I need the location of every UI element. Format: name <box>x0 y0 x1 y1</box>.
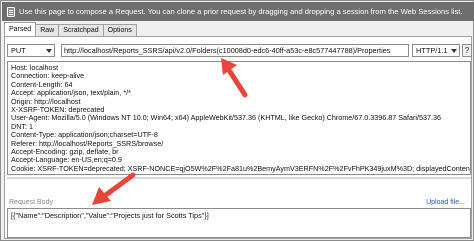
pane-splitter[interactable] <box>7 177 471 179</box>
chevron-down-icon <box>46 49 52 53</box>
tab-options[interactable]: Options <box>102 24 137 36</box>
http-version-select[interactable]: HTTP/1.1 <box>412 44 460 57</box>
http-version-value: HTTP/1.1 <box>416 46 448 55</box>
http-method-select[interactable]: PUT <box>7 44 55 57</box>
info-bar: Use this page to compose a Request. You … <box>2 2 474 21</box>
request-body-textarea[interactable]: [{"Name":"Description","Value":"Projects… <box>7 208 471 238</box>
info-bar-text: Use this page to compose a Request. You … <box>19 7 463 16</box>
header-line: User-Agent: Mozilla/5.0 (Windows NT 10.0… <box>11 113 441 123</box>
header-line: Cookie: XSRF-TOKEN=deprecated; XSRF-NONC… <box>11 163 470 173</box>
chevron-down-icon <box>451 49 457 53</box>
url-input[interactable]: http://localhost/Reports_SSRS/api/v2.0/F… <box>61 44 409 57</box>
document-icon <box>7 6 15 17</box>
tab-parsed[interactable]: Parsed <box>4 22 37 36</box>
tab-scratchpad[interactable]: Scratchpad <box>58 24 104 36</box>
annotation-arrow-icon <box>92 172 136 205</box>
tab-raw[interactable]: Raw <box>35 24 60 36</box>
arrow-shaft <box>224 64 248 98</box>
request-body-label: Request Body <box>9 199 53 206</box>
http-method-value: PUT <box>11 46 26 55</box>
help-button[interactable]: ? <box>462 44 472 57</box>
url-value: http://localhost/Reports_SSRS/api/v2.0/F… <box>64 46 391 55</box>
annotation-arrow-icon <box>221 58 248 98</box>
composer-window: Use this page to compose a Request. You … <box>0 0 474 241</box>
composer-tabs: Parsed Raw Scratchpad Options <box>4 22 137 36</box>
upload-file-link[interactable]: Upload file... <box>426 199 465 206</box>
request-body-value: [{"Name":"Description","Value":"Projects… <box>11 211 209 220</box>
arrow-shaft <box>100 172 136 200</box>
